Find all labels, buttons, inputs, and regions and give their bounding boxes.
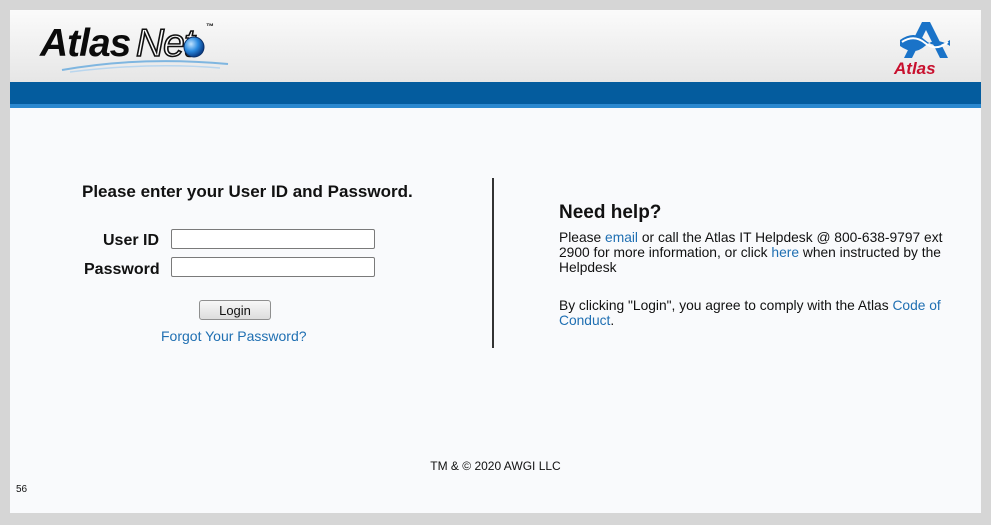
login-heading: Please enter your User ID and Password. (82, 182, 413, 201)
page-number: 56 (16, 484, 28, 495)
header: Atlas Net ™ Atlas (10, 10, 981, 82)
trademark-mark: ™ (206, 22, 214, 31)
copyright-text: TM & © 2020 AWGI LLC (430, 459, 561, 473)
login-button[interactable]: Login (199, 300, 271, 320)
userid-label: User ID (103, 232, 160, 249)
terms-text-segment: . (610, 313, 615, 328)
terms-text-segment: By clicking "Login", you agree to comply… (559, 298, 893, 313)
brand-primary-text: Atlas (40, 22, 131, 65)
userid-input[interactable] (171, 229, 375, 249)
helpdesk-here-link[interactable]: here (771, 245, 799, 260)
forgot-password-link[interactable]: Forgot Your Password? (161, 328, 307, 344)
header-bar (10, 82, 981, 108)
help-text-segment: Please (559, 230, 606, 245)
terms-text: By clicking "Login", you agree to comply… (559, 298, 951, 328)
email-link[interactable]: email (605, 230, 638, 245)
password-input[interactable] (171, 257, 375, 277)
atlas-corporate-logo: Atlas (886, 18, 956, 78)
corp-logo-text: Atlas (894, 59, 936, 78)
password-label: Password (84, 261, 160, 278)
atlas-mark-icon (900, 22, 950, 58)
vertical-divider (492, 178, 494, 348)
globe-icon (183, 36, 205, 58)
help-contact-text: Please email or call the Atlas IT Helpde… (559, 230, 951, 275)
help-title: Need help? (559, 202, 662, 223)
page-frame: Atlas Net ™ Atlas Please enter your User… (10, 10, 981, 513)
